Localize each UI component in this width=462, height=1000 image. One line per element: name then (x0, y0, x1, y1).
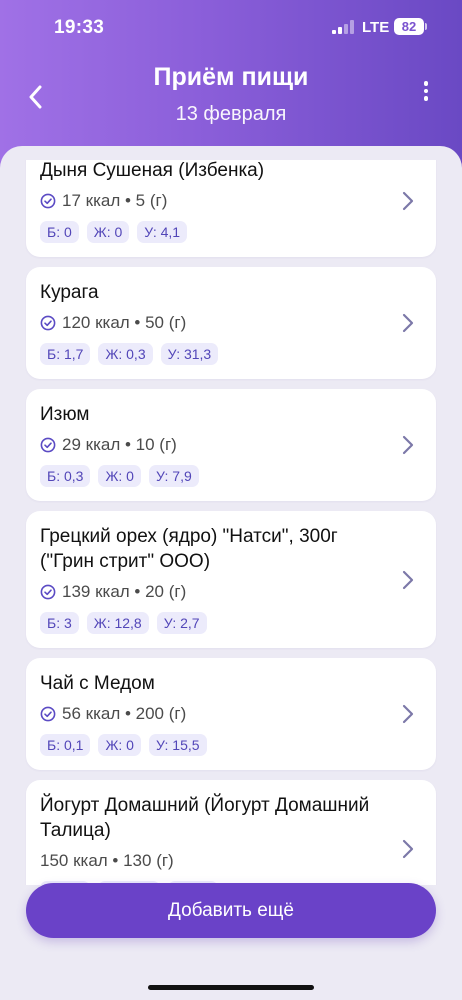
food-item-info: 17 ккал • 5 (г) (40, 191, 392, 211)
chevron-right-icon (402, 313, 414, 333)
food-item-calories-weight: 139 ккал • 20 (г) (62, 582, 187, 601)
macro-chip: У: 31,3 (160, 343, 219, 365)
more-dot-icon (423, 96, 429, 101)
chevron-right-icon (402, 191, 414, 211)
macro-chip: Ж: 0,3 (98, 343, 153, 365)
page-title: Приём пищи (153, 63, 309, 91)
chevron-right-icon (402, 435, 414, 455)
food-item-calories-weight: 17 ккал • 5 (г) (62, 191, 168, 210)
chevron-right-icon (402, 839, 414, 858)
food-item-info: 150 ккал • 130 (г) (40, 851, 392, 871)
verified-check-icon (40, 193, 56, 209)
macro-chip: Ж: 0 (98, 734, 141, 756)
food-item-card[interactable]: Чай с Медом 56 ккал • 200 (г) Б: 0,1 Ж: 0… (26, 658, 436, 770)
food-item-macros: Б: 1,7 Ж: 0,3 У: 31,3 (40, 343, 392, 365)
verified-check-icon (40, 584, 56, 600)
macro-chip: Б: 3 (40, 612, 79, 634)
food-item-card[interactable]: Йогурт Домашний (Йогурт Домашний Талица)… (26, 780, 436, 885)
macro-chip: Ж: 0 (86, 221, 130, 243)
macro-chip: Б: 0 (40, 221, 79, 243)
macro-chip: У: 2,7 (156, 612, 207, 634)
macro-chip: Ж: 0 (98, 465, 141, 487)
verified-check-icon (40, 315, 56, 331)
food-list[interactable]: Дыня Сушеная (Избенка) 17 ккал • 5 (г) Б… (0, 160, 462, 885)
food-item-macros: Б: 0,1 Ж: 0 У: 15,5 (40, 734, 392, 756)
add-more-button[interactable]: Добавить ещё (26, 883, 436, 938)
food-item-macros: Б: 3 Ж: 12,8 У: 2,7 (40, 612, 392, 634)
macro-chip: Б: 0,3 (40, 465, 91, 487)
status-bar: 19:33 LTE 82 (0, 0, 462, 56)
macro-chip: Б: 0,1 (40, 734, 91, 756)
food-item-card[interactable]: Грецкий орех (ядро) "Натси", 300г ("Грин… (26, 511, 436, 648)
chevron-right-icon (402, 704, 414, 724)
food-item-calories-weight: 29 ккал • 10 (г) (62, 435, 177, 454)
food-item-name: Дыня Сушеная (Избенка) (40, 160, 265, 181)
macro-chip: Б: 1,7 (40, 343, 91, 365)
signal-icon (332, 20, 354, 34)
food-item-calories-weight: 56 ккал • 200 (г) (62, 704, 187, 723)
food-item-name: Курага (40, 282, 99, 303)
food-item-info: 120 ккал • 50 (г) (40, 313, 392, 333)
food-item-calories-weight: 150 ккал • 130 (г) (40, 851, 174, 870)
battery-tip (425, 23, 427, 30)
food-item-macros: Б: 0 Ж: 0 У: 4,1 (40, 221, 392, 243)
food-item-info: 29 ккал • 10 (г) (40, 435, 392, 455)
more-dot-icon (423, 88, 429, 94)
network-type: LTE (362, 19, 390, 36)
verified-check-icon (40, 437, 56, 453)
food-item-card[interactable]: Курага 120 ккал • 50 (г) Б: 1,7 Ж: 0,3 У: … (26, 267, 436, 379)
home-indicator[interactable] (148, 985, 314, 990)
chevron-right-icon (402, 570, 414, 589)
food-item-name: Грецкий орех (ядро) "Натси", 300г ("Грин… (40, 526, 338, 572)
food-item-macros: Б: 0,3 Ж: 0 У: 7,9 (40, 465, 392, 487)
food-item-card[interactable]: Дыня Сушеная (Избенка) 17 ккал • 5 (г) Б… (26, 160, 436, 257)
more-dot-icon (423, 81, 429, 86)
macro-chip: У: 15,5 (148, 734, 207, 756)
food-item-name: Йогурт Домашний (Йогурт Домашний Талица) (40, 795, 370, 841)
food-item-name: Изюм (40, 404, 90, 425)
food-item-calories-weight: 120 ккал • 50 (г) (62, 313, 187, 332)
verified-check-icon (40, 706, 56, 722)
more-options-button[interactable] (414, 78, 438, 104)
macro-chip: У: 4,1 (137, 221, 188, 243)
food-item-name: Чай с Медом (40, 673, 155, 694)
food-item-card[interactable]: Изюм 29 ккал • 10 (г) Б: 0,3 Ж: 0 У: 7,9 (26, 389, 436, 501)
status-time: 19:33 (54, 17, 105, 38)
macro-chip: Ж: 12,8 (86, 612, 149, 634)
battery-icon: 82 (394, 18, 424, 35)
macro-chip: У: 7,9 (148, 465, 199, 487)
food-item-info: 139 ккал • 20 (г) (40, 582, 392, 602)
page-date: 13 февраля (175, 103, 287, 125)
food-item-info: 56 ккал • 200 (г) (40, 704, 392, 724)
